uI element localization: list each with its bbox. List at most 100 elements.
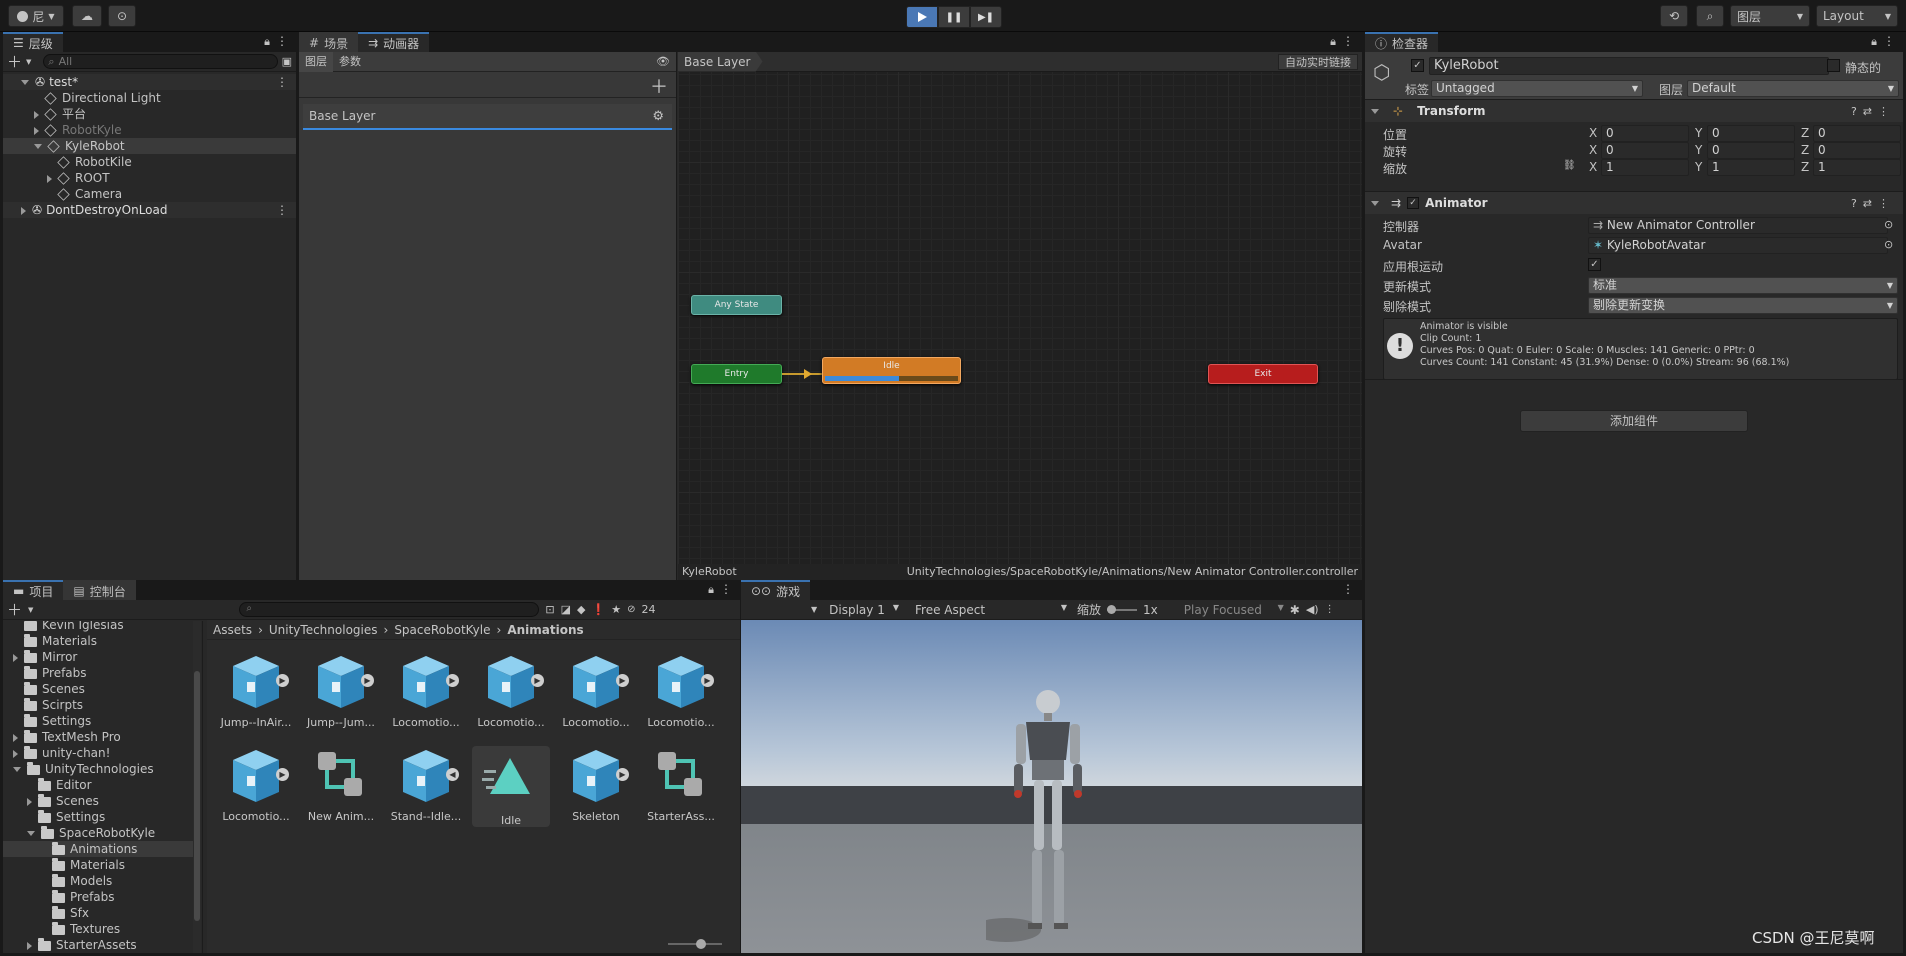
hierarchy-item[interactable]: RobotKyle: [3, 122, 296, 138]
tab-console[interactable]: ▤ 控制台: [63, 580, 136, 600]
chevron-down-icon[interactable]: [13, 767, 21, 772]
step-button[interactable]: ▶❚: [970, 6, 1002, 28]
folder-item[interactable]: Scenes: [3, 681, 193, 697]
folder-item[interactable]: Settings: [3, 809, 193, 825]
asset-item[interactable]: Idle: [472, 746, 550, 827]
add-icon[interactable]: ＋: [7, 599, 22, 620]
more-icon[interactable]: ⋮: [1883, 34, 1895, 48]
chevron-right-icon[interactable]: [13, 653, 18, 662]
game-viewport[interactable]: [741, 620, 1362, 953]
chevron-right-icon[interactable]: [13, 749, 18, 758]
asset-item[interactable]: New Anim...: [302, 746, 380, 823]
lock-icon[interactable]: 🔒︎: [1871, 35, 1877, 49]
folder-item[interactable]: TextMesh Pro: [3, 729, 193, 745]
object-name-field[interactable]: KyleRobot: [1429, 57, 1829, 75]
hidden-icon[interactable]: ⊘: [627, 604, 635, 615]
chevron-down-icon[interactable]: [21, 80, 29, 85]
display-dropdown[interactable]: Display 1 ▼: [823, 603, 905, 617]
layout-dropdown[interactable]: Layout ▼: [1816, 5, 1898, 27]
object-picker-icon[interactable]: ⊙: [1884, 238, 1893, 251]
chevron-down-icon[interactable]: [34, 144, 42, 149]
animator-enabled-checkbox[interactable]: ✓: [1407, 197, 1420, 209]
chevron-right-icon[interactable]: [13, 733, 18, 742]
tab-hierarchy[interactable]: ☰ 层级: [3, 32, 63, 52]
transform-rot-y-field[interactable]: 0: [1707, 142, 1795, 159]
hierarchy-item[interactable]: ✇ test* ⋮: [3, 74, 296, 90]
transform-scale-z-field[interactable]: 1: [1813, 159, 1901, 176]
asset-item[interactable]: ▶ Skeleton: [557, 746, 635, 823]
breadcrumb-item[interactable]: SpaceRobotKyle: [394, 623, 490, 637]
tab-inspector[interactable]: ⓘ 检查器: [1365, 32, 1439, 52]
folder-item[interactable]: Scirpts: [3, 697, 193, 713]
folder-item[interactable]: StarterAssets: [3, 937, 193, 953]
tab-parameters[interactable]: 参数: [333, 52, 367, 72]
aspect-dropdown[interactable]: Free Aspect ▼: [911, 603, 1071, 617]
tab-game[interactable]: ⊙⊙ 游戏: [741, 580, 811, 600]
asset-item[interactable]: ▶ Jump--Jum...: [302, 652, 380, 729]
tag-dropdown[interactable]: Untagged ▼: [1431, 80, 1643, 97]
folder-item[interactable]: UnityTechnologies: [3, 761, 193, 777]
chevron-right-icon[interactable]: [27, 941, 32, 950]
search-type-icon[interactable]: ⊡: [545, 603, 554, 616]
active-checkbox[interactable]: ✓: [1411, 59, 1424, 72]
stats-icon[interactable]: ⋮: [1325, 604, 1335, 615]
transform-pos-y-field[interactable]: 0: [1707, 125, 1795, 142]
more-icon[interactable]: ⋮: [276, 74, 288, 90]
hierarchy-item[interactable]: RobotKile: [3, 154, 296, 170]
breadcrumb-item[interactable]: Animations: [507, 623, 583, 637]
tab-project[interactable]: ▬ 项目: [3, 580, 64, 600]
account-dropdown[interactable]: 尼 ▼: [8, 5, 64, 27]
folder-item[interactable]: Models: [3, 873, 193, 889]
controller-field[interactable]: ⇉ New Animator Controller: [1588, 217, 1888, 234]
component-menu-icons[interactable]: ?⇄⋮: [1851, 197, 1895, 210]
folder-item[interactable]: Materials: [3, 857, 193, 873]
folder-item[interactable]: Materials: [3, 633, 193, 649]
label-icon[interactable]: ◆: [577, 603, 585, 616]
tab-layers[interactable]: 图层: [299, 51, 333, 72]
transform-rot-z-field[interactable]: 0: [1813, 142, 1901, 159]
more-icon[interactable]: ⋮: [1342, 582, 1354, 596]
filter-type-icon[interactable]: ◪: [561, 603, 571, 616]
folder-item[interactable]: Prefabs: [3, 665, 193, 681]
search-button[interactable]: ⌕: [1696, 5, 1724, 27]
chevron-down-icon[interactable]: [1371, 200, 1379, 206]
layer-dropdown[interactable]: Default ▼: [1687, 80, 1899, 97]
tab-scene[interactable]: # 场景: [299, 32, 359, 52]
folder-item[interactable]: Scenes: [3, 793, 193, 809]
state-idle[interactable]: Idle: [822, 357, 961, 384]
speaker-icon[interactable]: ◀): [1306, 603, 1319, 616]
lock-icon[interactable]: 🔒︎: [708, 583, 714, 597]
chevron-right-icon[interactable]: [21, 206, 26, 215]
hierarchy-item[interactable]: ✇ DontDestroyOnLoad ⋮: [3, 202, 296, 218]
history-button[interactable]: ⟲: [1660, 5, 1688, 27]
folder-item[interactable]: Mirror: [3, 649, 193, 665]
add-layer-button[interactable]: ＋: [650, 73, 668, 99]
scale-slider[interactable]: [1107, 604, 1138, 614]
hierarchy-item[interactable]: KyleRobot: [3, 138, 296, 154]
folder-item[interactable]: Prefabs: [3, 889, 193, 905]
asset-item[interactable]: ▶ Locomotio...: [642, 652, 720, 729]
tree-scrollbar[interactable]: [193, 621, 201, 953]
breadcrumb-item[interactable]: Assets: [213, 623, 252, 637]
collab-button[interactable]: ⊙: [108, 5, 136, 27]
project-search[interactable]: ⌕: [239, 602, 540, 617]
update-mode-dropdown[interactable]: 标准 ▼: [1588, 277, 1898, 294]
asset-item[interactable]: ◀ Stand--Idle...: [387, 746, 465, 823]
add-icon[interactable]: ＋: [7, 51, 22, 72]
folder-item[interactable]: unity-chan!: [3, 745, 193, 761]
static-checkbox[interactable]: [1827, 59, 1840, 72]
component-menu-icons[interactable]: ?⇄⋮: [1851, 105, 1895, 118]
state-exit[interactable]: Exit: [1208, 364, 1318, 384]
transform-pos-z-field[interactable]: 0: [1813, 125, 1901, 142]
link-icon[interactable]: ⛓: [1563, 160, 1576, 171]
tab-animator[interactable]: ⇉ 动画器: [358, 32, 430, 52]
asset-item[interactable]: ▶ Locomotio...: [557, 652, 635, 729]
chevron-right-icon[interactable]: [27, 797, 32, 806]
transition-arrow[interactable]: [782, 373, 822, 375]
breadcrumb-base-layer[interactable]: Base Layer: [678, 51, 763, 72]
bug-icon[interactable]: ✱: [1290, 603, 1300, 617]
filter-icon[interactable]: ▣: [282, 55, 292, 68]
state-entry[interactable]: Entry: [691, 364, 782, 384]
transform-rot-x-field[interactable]: 0: [1601, 142, 1689, 159]
chevron-down-icon[interactable]: ▼: [26, 58, 31, 66]
